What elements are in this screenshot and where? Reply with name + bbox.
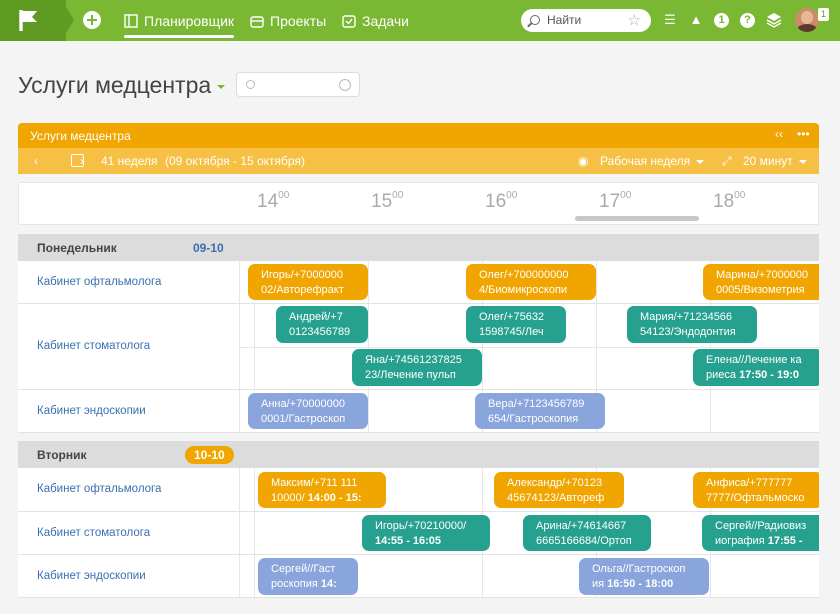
widget-title: Услуги медцентра (30, 129, 131, 143)
more-icon[interactable]: ••• (797, 127, 810, 141)
resource-row: Кабинет офтальмолога Игорь/+7000000 02/Ав… (18, 261, 819, 304)
hours-header: 1400 1500 1600 1700 1800 (18, 182, 819, 225)
filter-icon[interactable] (339, 79, 351, 91)
week-number: 41 неделя (101, 154, 158, 168)
week-range: (09 октября - 15 октября) (165, 154, 305, 168)
appointment[interactable]: Анна/+70000000 0001/Гастроскоп (248, 393, 368, 429)
flag-icon (19, 10, 37, 31)
resize-icon: ⤢ (722, 154, 732, 168)
hour-label: 1700 (599, 189, 632, 212)
resource-row: Кабинет эндоскопии Анна/+70000000 0001/Га… (18, 390, 819, 433)
view-select[interactable]: Рабочая неделя (600, 154, 705, 168)
room-label[interactable]: Кабинет эндоскопии (37, 570, 146, 582)
day-header-tuesday: Вторник 10-10 (18, 441, 819, 468)
widget-toolbar: ‹ › 41 неделя (09 октября - 15 октября) … (18, 148, 819, 174)
appointment[interactable]: Марина/+7000000 0005/Визометрия (703, 264, 819, 300)
search-icon (246, 80, 255, 89)
nav-tasks-label: Задачи (362, 12, 410, 29)
appointment[interactable]: Игорь/+7000000 02/Авторефракт (248, 264, 368, 300)
day-name: Вторник (37, 448, 87, 462)
room-label[interactable]: Кабинет офтальмолога (37, 483, 161, 495)
appointment[interactable]: Максим/+711 111 10000/ 14:00 - 15: (258, 472, 386, 508)
day-date: 09-10 (193, 241, 224, 255)
global-search[interactable]: Найти ☆ (521, 9, 651, 32)
avatar-badge: 1 (818, 8, 829, 21)
appointment[interactable]: Елена//Лечение ка риеса 17:50 - 19:0 (693, 349, 819, 386)
help-icon[interactable]: ? (740, 13, 755, 28)
horizontal-scrollbar[interactable] (575, 216, 699, 221)
appointment[interactable]: Вера/+7123456789 654/Гастроскопия (475, 393, 605, 429)
day-name: Понедельник (37, 241, 117, 255)
day-date: 10-10 (185, 446, 234, 464)
resource-row: Кабинет стоматолога Андрей/+7 0123456789 … (18, 304, 819, 390)
appointment[interactable]: Олег/+75632 1598745/Леч (466, 306, 566, 343)
appointment[interactable]: Олег/+700000000 4/Биомикроскопи (466, 264, 596, 300)
top-bar: Планировщик Проекты Задачи Найти ☆ ☰ ▲ 1… (0, 0, 840, 41)
briefcase-icon (250, 14, 264, 28)
next-week-icon[interactable]: › (80, 154, 84, 168)
avatar[interactable] (795, 8, 819, 32)
hour-label: 1400 (257, 189, 290, 212)
widget-header: Услуги медцентра ‹‹ ••• (18, 123, 819, 148)
room-label[interactable]: Кабинет стоматолога (37, 340, 150, 352)
menu-icon[interactable]: ☰ (660, 10, 680, 30)
day-header-monday: Понедельник 09-10 (18, 234, 819, 261)
star-icon[interactable]: ☆ (628, 11, 641, 29)
title-dropdown-caret-icon[interactable] (217, 85, 225, 89)
appointment[interactable]: Арина/+74614667 6665166684/Ортоп (523, 515, 651, 551)
appointment[interactable]: Александр/+70123 45674123/Автореф (494, 472, 624, 508)
hour-label: 1500 (371, 189, 404, 212)
resource-row: Кабинет офтальмолога Максим/+711 111 1000… (18, 468, 819, 512)
eye-icon: ◉ (578, 154, 589, 168)
add-plus-icon[interactable] (83, 11, 101, 29)
appointment[interactable]: Мария/+71234566 54123/Эндодонтия (627, 306, 757, 343)
page-search-input[interactable] (236, 72, 360, 97)
nav-active-indicator (124, 35, 234, 38)
appointment[interactable]: Яна/+74561237825 23/Лечение пульп (352, 349, 482, 386)
search-input[interactable]: Найти (547, 13, 581, 27)
appointment[interactable]: Сергей//Гаст роскопия 14: (258, 558, 358, 595)
hour-label: 1600 (485, 189, 518, 212)
nav-projects-label: Проекты (270, 12, 327, 29)
nav-tasks[interactable]: Задачи (342, 0, 409, 41)
room-label[interactable]: Кабинет эндоскопии (37, 405, 146, 417)
nav-planner-label: Планировщик (144, 12, 235, 29)
prev-week-icon[interactable]: ‹ (34, 154, 38, 168)
task-check-icon (342, 14, 356, 28)
room-label[interactable]: Кабинет офтальмолога (37, 276, 161, 288)
nav-projects[interactable]: Проекты (250, 0, 326, 41)
planner-icon (124, 13, 138, 28)
appointment[interactable]: Игорь/+70210000/14:55 - 16:05 (362, 515, 490, 551)
appointment[interactable]: Сергей//Радиовиз иография 17:55 - (702, 515, 819, 551)
rocket-icon[interactable]: ▲ (686, 10, 706, 30)
collapse-icon[interactable]: ‹‹ (775, 127, 783, 141)
resource-row: Кабинет стоматолога Игорь/+70210000/14:5… (18, 512, 819, 555)
appointment[interactable]: Андрей/+7 0123456789 (276, 306, 368, 343)
hour-label: 1800 (713, 189, 746, 212)
layers-icon[interactable] (764, 10, 784, 30)
app-logo[interactable] (0, 0, 66, 41)
appointment[interactable]: Ольга//Гастроскоп ия 16:50 - 18:00 (579, 558, 709, 595)
notification-icon[interactable]: 1 (714, 13, 729, 28)
page-title: Услуги медцентра (18, 72, 212, 98)
search-icon (530, 15, 540, 25)
appointment[interactable]: Анфиса/+777777 7777/Офтальмоско (693, 472, 819, 508)
resource-row: Кабинет эндоскопии Сергей//Гаст роскопия … (18, 555, 819, 598)
room-label[interactable]: Кабинет стоматолога (37, 527, 150, 539)
step-select[interactable]: 20 минут (743, 154, 807, 168)
